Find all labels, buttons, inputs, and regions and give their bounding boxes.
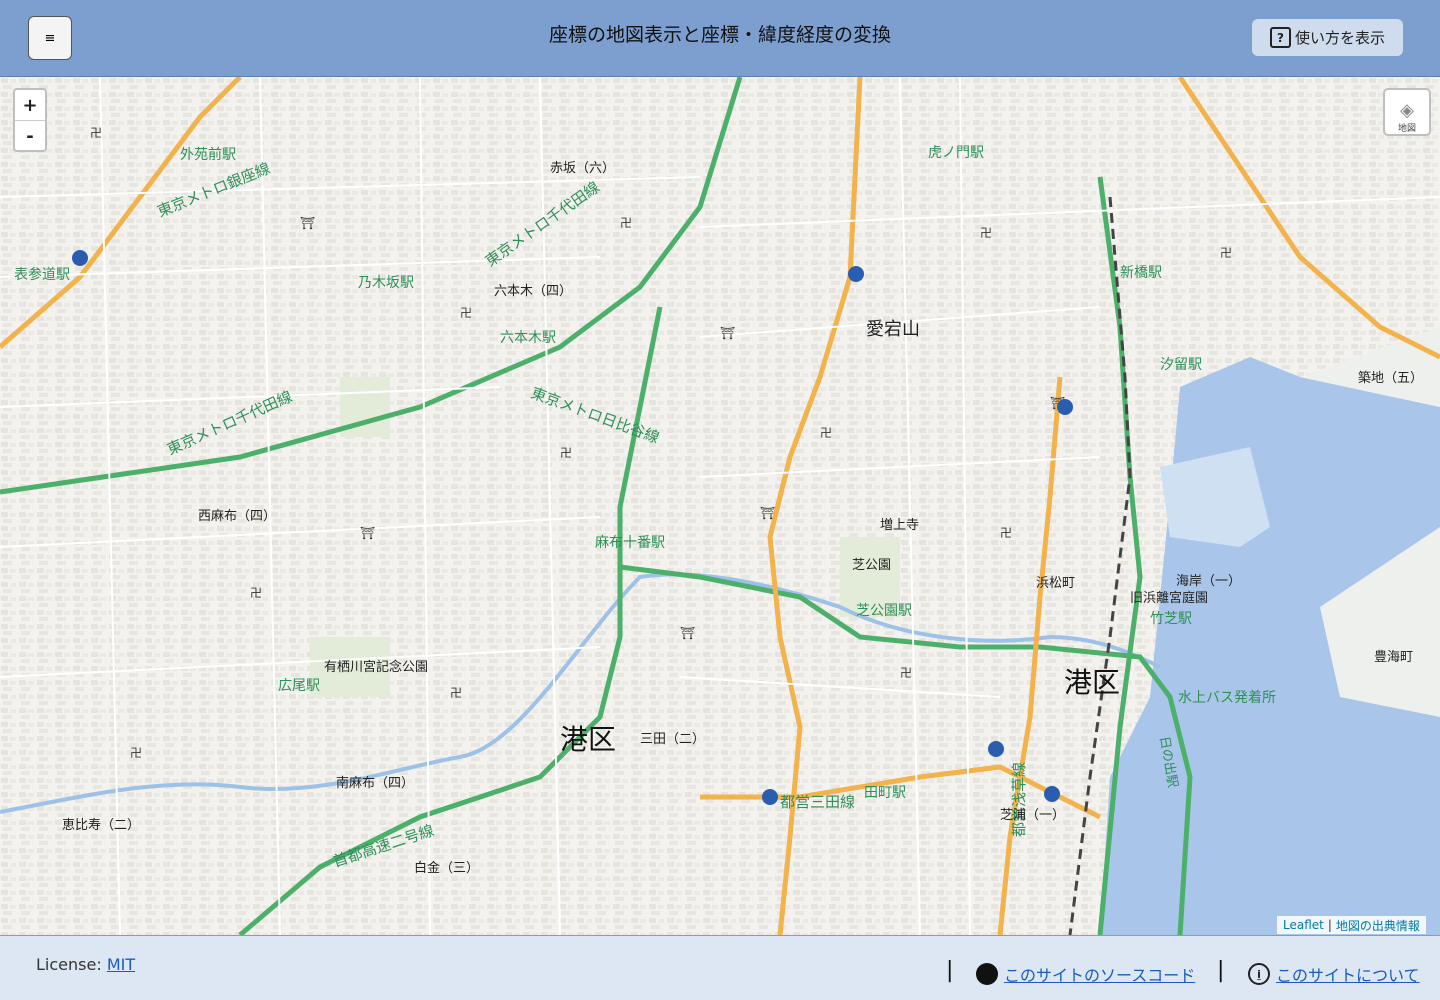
label-mita-line: 都営三田線 [780,793,855,811]
info-icon: i [1248,963,1270,985]
svg-text:卍: 卍 [900,666,912,680]
license: License: MIT [36,955,135,974]
license-label: License: [36,955,102,974]
label-roppongi: 六本木（四） [494,284,572,299]
label-hamarikyu: 旧浜離宮庭園 [1130,590,1208,606]
label-takeshiba: 竹芝駅 [1150,611,1192,627]
svg-text:⛩: ⛩ [760,506,775,520]
help-button-label: 使い方を表示 [1294,29,1385,47]
page-title: 座標の地図表示と座標・緯度経度の変換 [548,24,891,46]
svg-text:卍: 卍 [620,216,632,230]
svg-text:卍: 卍 [1000,526,1012,540]
attribution-separator: | [1327,918,1332,932]
question-icon: ? [1269,27,1291,48]
label-water-bus: 水上バス発着所 [1178,690,1276,706]
label-kaigan: 海岸（一） [1176,574,1241,589]
svg-text:卍: 卍 [130,746,142,760]
leaflet-link[interactable]: Leaflet [1283,918,1324,932]
svg-text:卍: 卍 [820,426,832,440]
source-code-link[interactable]: このサイトのソースコード [976,962,1195,986]
label-minato-ku: 港区 [560,723,616,756]
label-arisugawa: 有栖川宮記念公園 [324,659,428,675]
attribution: Leaflet | 地図の出典情報 [1277,916,1426,934]
layers-icon: ◈ [1400,100,1414,121]
footer: License: MIT | このサイトのソースコード | i このサイトについ… [0,942,1440,1000]
map-source-link[interactable]: 地図の出典情報 [1336,917,1420,934]
layer-switcher-button[interactable]: ◈ 地図 [1383,88,1431,136]
zoom-control: + - [13,88,47,152]
about-label: このサイトについて [1276,966,1420,985]
license-link[interactable]: MIT [107,955,135,974]
label-ebisu: 恵比寿（二） [62,818,140,833]
label-gaienmae: 外苑前駅 [180,146,236,163]
label-akasaka: 赤坂（六） [550,161,615,176]
svg-text:卍: 卍 [980,226,992,240]
label-shiba-koen-st: 芝公園駅 [856,603,912,619]
zoom-out-button[interactable]: - [15,121,45,151]
source-code-label: このサイトのソースコード [1004,966,1196,985]
svg-text:卍: 卍 [90,126,102,140]
label-zojoji: 増上寺 [880,518,919,533]
map-view[interactable]: 東京メトロ銀座線 東京メトロ千代田線 東京メトロ千代田線 東京メトロ日比谷線 都… [0,77,1440,936]
github-icon [976,963,998,985]
label-nogizaka: 乃木坂駅 [358,275,414,291]
label-azabu-juban-st: 麻布十番駅 [595,535,665,551]
svg-text:⛩: ⛩ [300,216,315,230]
about-link[interactable]: i このサイトについて [1248,962,1420,986]
label-roppongi-st: 六本木駅 [500,330,556,346]
svg-text:卍: 卍 [560,446,572,460]
label-mita: 三田（二） [640,732,705,747]
label-minami-azabu: 南麻布（四） [336,775,414,791]
layer-label: 地図 [1397,124,1416,134]
label-shinbashi: 新橋駅 [1120,265,1162,281]
header-bar: ≡ 座標の地図表示と座標・緯度経度の変換 ? 使い方を表示 [0,0,1440,77]
map-canvas[interactable]: 東京メトロ銀座線 東京メトロ千代田線 東京メトロ千代田線 東京メトロ日比谷線 都… [0,77,1440,935]
svg-text:⛩: ⛩ [720,326,735,340]
footer-separator: | [1217,958,1225,983]
help-button[interactable]: ? 使い方を表示 [1252,19,1403,56]
footer-separator: | [946,958,954,983]
zoom-in-button[interactable]: + [15,90,45,121]
label-omotesando: 表参道駅 [14,266,70,283]
label-shirokane: 白金（三） [414,860,479,876]
label-toyomi: 豊海町 [1374,650,1413,665]
label-nishi-azabu: 西麻布（四） [198,509,276,524]
label-tsukiji: 築地（五） [1358,371,1423,386]
svg-text:卍: 卍 [250,586,262,600]
label-asakusa-line: 都営浅草線 [1010,762,1028,837]
svg-text:卍: 卍 [450,686,462,700]
label-hamamatsucho: 浜松町 [1036,576,1075,591]
svg-text:⛩: ⛩ [360,526,375,540]
label-shiodome: 汐留駅 [1160,357,1202,373]
label-toranomon: 虎ノ門駅 [928,145,984,161]
label-minato-ku-2: 港区 [1064,666,1120,699]
label-atago: 愛宕山 [866,319,920,340]
label-tamachi: 田町駅 [864,785,906,801]
svg-text:⛩: ⛩ [680,626,695,640]
svg-text:卍: 卍 [1220,246,1232,260]
svg-text:卍: 卍 [460,306,472,320]
label-hiroo: 広尾駅 [278,678,320,694]
label-shiba-park: 芝公園 [852,557,891,573]
label-shibaura: 芝浦（一） [1000,807,1065,823]
